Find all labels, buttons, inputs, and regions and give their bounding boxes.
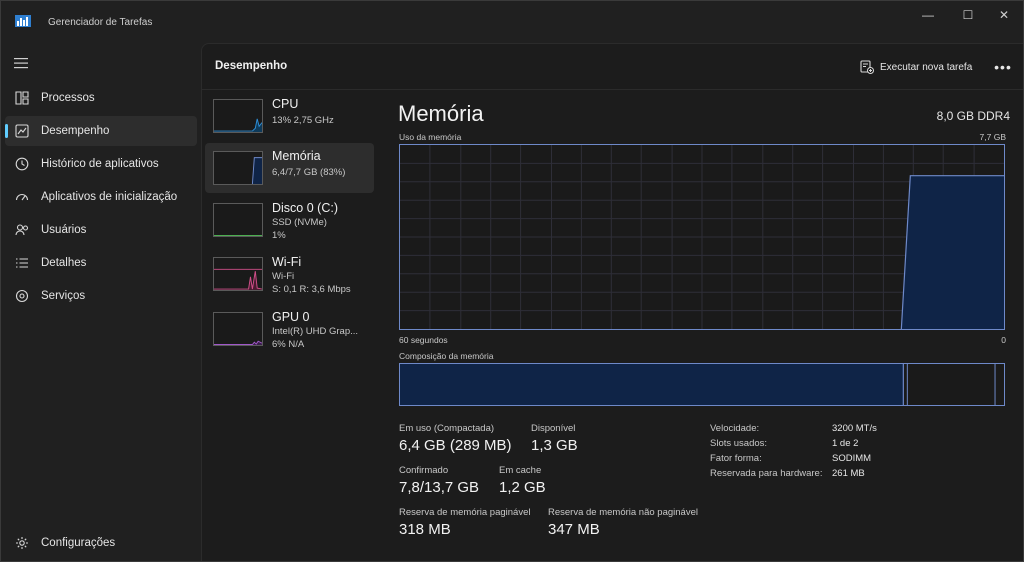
available-value: 1,3 GB bbox=[531, 437, 578, 454]
nav-label: Aplicativos de inicialização bbox=[41, 191, 178, 203]
disk-sparkline bbox=[213, 203, 263, 237]
graph-axis-left: 60 segundos bbox=[399, 335, 448, 345]
resource-name: Memória bbox=[272, 149, 321, 163]
nav-label: Processos bbox=[41, 92, 95, 104]
run-new-task-button[interactable]: Executar nova tarefa bbox=[860, 58, 972, 76]
resource-item-gpu[interactable]: GPU 0 Intel(R) UHD Grap... 6% N/A bbox=[205, 304, 374, 354]
cached-label: Em cache bbox=[499, 465, 542, 476]
window-title: Gerenciador de Tarefas bbox=[48, 17, 153, 28]
paged-pool-value: 318 MB bbox=[399, 521, 451, 538]
page-title: Desempenho bbox=[215, 60, 288, 72]
nav-item-startup-apps[interactable]: Aplicativos de inicialização bbox=[5, 182, 197, 212]
resource-detail: Intel(R) UHD Grap... bbox=[272, 326, 359, 337]
resource-detail-2: S: 0,1 R: 3,6 Mbps bbox=[272, 284, 351, 295]
memory-detail: Memória 8,0 GB DDR4 Uso da memória 7,7 G… bbox=[398, 91, 1010, 561]
spec-key: Fator forma: bbox=[710, 453, 762, 464]
performance-panel: Desempenho Executar nova tarefa ••• CPU … bbox=[201, 43, 1023, 561]
gpu-sparkline bbox=[213, 312, 263, 346]
more-options-button[interactable]: ••• bbox=[994, 58, 1012, 76]
available-label: Disponível bbox=[531, 423, 576, 434]
nav-item-users[interactable]: Usuários bbox=[5, 215, 197, 245]
cached-value: 1,2 GB bbox=[499, 479, 546, 496]
spec-value: 261 MB bbox=[832, 468, 865, 479]
resource-name: GPU 0 bbox=[272, 310, 310, 324]
resource-item-cpu[interactable]: CPU 13% 2,75 GHz bbox=[205, 91, 374, 141]
in-use-value: 6,4 GB (289 MB) bbox=[399, 437, 512, 454]
spec-value: 3200 MT/s bbox=[832, 423, 877, 434]
resource-name: Wi-Fi bbox=[272, 255, 302, 269]
resource-item-disk[interactable]: Disco 0 (C:) SSD (NVMe) 1% bbox=[205, 195, 374, 245]
committed-value: 7,8/13,7 GB bbox=[399, 479, 480, 496]
nonpaged-pool-value: 347 MB bbox=[548, 521, 600, 538]
cpu-sparkline bbox=[213, 99, 263, 133]
users-icon bbox=[14, 222, 30, 238]
nav-item-settings[interactable]: Configurações bbox=[5, 528, 197, 558]
resource-detail-2: 6% N/A bbox=[272, 339, 305, 350]
wifi-sparkline bbox=[213, 257, 263, 291]
services-puzzle-icon bbox=[14, 288, 30, 304]
resource-detail: SSD (NVMe) bbox=[272, 217, 327, 228]
nav-label: Desempenho bbox=[41, 125, 110, 137]
spec-key: Reservada para hardware: bbox=[710, 468, 823, 479]
resource-detail: 6,4/7,7 GB (83%) bbox=[272, 167, 346, 178]
details-list-icon bbox=[14, 255, 30, 271]
spec-key: Slots usados: bbox=[710, 438, 768, 449]
nav-item-details[interactable]: Detalhes bbox=[5, 248, 197, 278]
resource-list: CPU 13% 2,75 GHz Memória 6,4/7,7 GB (83%… bbox=[202, 91, 378, 561]
resource-name: Disco 0 (C:) bbox=[272, 201, 338, 215]
task-manager-app-icon bbox=[15, 15, 31, 27]
hamburger-menu-icon[interactable] bbox=[14, 57, 28, 69]
performance-chart-icon bbox=[14, 123, 30, 139]
nav-label: Configurações bbox=[41, 537, 116, 549]
graph-axis-right: 0 bbox=[1001, 335, 1006, 345]
run-task-icon bbox=[860, 60, 874, 74]
nav-item-services[interactable]: Serviços bbox=[5, 281, 197, 311]
processes-grid-icon bbox=[14, 90, 30, 106]
history-clock-icon bbox=[14, 156, 30, 172]
gear-icon bbox=[14, 535, 30, 551]
spec-value: 1 de 2 bbox=[832, 438, 859, 449]
resource-detail: 13% 2,75 GHz bbox=[272, 115, 334, 126]
nav-label: Serviços bbox=[41, 290, 86, 302]
nav-label: Detalhes bbox=[41, 257, 87, 269]
in-use-label: Em uso (Compactada) bbox=[399, 423, 495, 434]
committed-label: Confirmado bbox=[399, 465, 449, 476]
resource-name: CPU bbox=[272, 97, 299, 111]
run-task-label: Executar nova tarefa bbox=[880, 61, 973, 73]
panel-header: Desempenho Executar nova tarefa ••• bbox=[202, 44, 1023, 90]
memory-spec: 8,0 GB DDR4 bbox=[936, 109, 1010, 123]
memory-usage-graph bbox=[399, 144, 1005, 330]
resource-detail: Wi-Fi bbox=[272, 271, 295, 282]
paged-pool-label: Reserva de memória paginável bbox=[399, 507, 531, 518]
resource-detail-2: 1% bbox=[272, 230, 286, 241]
nav-label: Usuários bbox=[41, 224, 87, 236]
memory-sparkline bbox=[213, 151, 263, 185]
startup-gauge-icon bbox=[14, 189, 30, 205]
title-bar[interactable]: Gerenciador de Tarefas — ☐ ✕ bbox=[1, 1, 1023, 43]
nav-item-performance[interactable]: Desempenho bbox=[5, 116, 197, 146]
nav-label: Histórico de aplicativos bbox=[41, 158, 159, 170]
nav-item-app-history[interactable]: Histórico de aplicativos bbox=[5, 149, 197, 179]
memory-composition-bar bbox=[399, 363, 1005, 406]
spec-key: Velocidade: bbox=[710, 423, 760, 434]
side-navigation: Processos Desempenho Histórico de aplica… bbox=[1, 43, 201, 561]
composition-label: Composição da memória bbox=[399, 351, 494, 361]
usage-graph-label: Uso da memória bbox=[399, 132, 462, 142]
resource-item-memory[interactable]: Memória 6,4/7,7 GB (83%) bbox=[205, 143, 374, 193]
close-button[interactable]: ✕ bbox=[981, 1, 1023, 29]
resource-item-wifi[interactable]: Wi-Fi Wi-Fi S: 0,1 R: 3,6 Mbps bbox=[205, 249, 374, 299]
spec-value: SODIMM bbox=[832, 453, 872, 464]
task-manager-window: Gerenciador de Tarefas — ☐ ✕ Processos D… bbox=[0, 0, 1024, 562]
usage-graph-max: 7,7 GB bbox=[979, 132, 1006, 142]
nav-item-processes[interactable]: Processos bbox=[5, 83, 197, 113]
resource-title: Memória bbox=[398, 101, 484, 126]
nonpaged-pool-label: Reserva de memória não paginável bbox=[548, 507, 698, 518]
